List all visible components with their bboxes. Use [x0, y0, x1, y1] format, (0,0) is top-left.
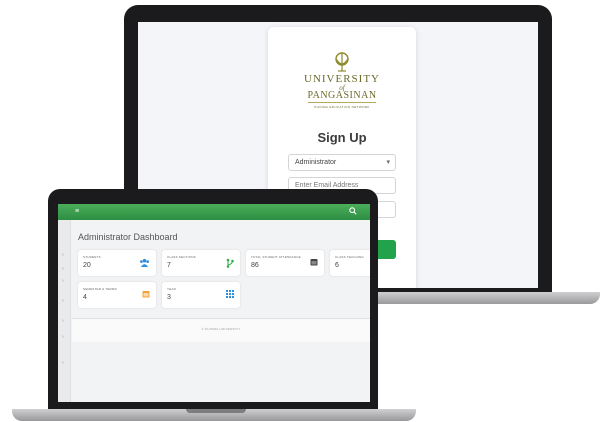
role-select-value: Administrator — [295, 159, 337, 166]
menu-icon[interactable]: ≡ — [75, 208, 79, 215]
sidebar-item[interactable]: › — [62, 266, 64, 272]
stat-value: 6 — [335, 262, 339, 269]
stat-value: 4 — [83, 294, 87, 301]
sidebar-item[interactable]: › — [62, 278, 64, 284]
chevron-down-icon: ▾ — [386, 159, 390, 166]
email-input-placeholder: Enter Email Address — [295, 182, 359, 189]
stat-label: TOTAL STUDENT ATTENDANCE — [251, 255, 301, 259]
stat-card-year[interactable]: YEAR 3 — [162, 282, 240, 308]
stat-value: 3 — [167, 294, 171, 301]
branch-icon — [226, 258, 234, 268]
stat-label: SEMESTER & TERMS — [83, 287, 117, 291]
front-laptop-screen: ≡ › › › › › › › Administrator Dashboard … — [58, 204, 370, 402]
role-select[interactable]: Administrator ▾ — [288, 154, 396, 171]
logo-tagline: PHINMA EDUCATION NETWORK — [314, 105, 370, 109]
grid-icon — [226, 290, 234, 298]
dashboard-topbar: ≡ — [58, 204, 370, 220]
stat-label: CLASS TEACHING — [335, 255, 364, 259]
users-icon — [140, 258, 149, 267]
stat-value: 20 — [83, 262, 91, 269]
calendar-icon — [142, 291, 150, 298]
stat-value: 86 — [251, 262, 259, 269]
stat-card-class-teaching[interactable]: CLASS TEACHING 6 — [330, 250, 370, 276]
footer-divider — [72, 318, 370, 319]
sidebar: › › › › › › › — [58, 220, 71, 402]
sidebar-item[interactable]: › — [62, 334, 64, 340]
stat-card-total-attendance[interactable]: TOTAL STUDENT ATTENDANCE 86 — [246, 250, 324, 276]
stat-label: YEAR — [167, 287, 176, 291]
stat-label: CLASS SECTIONS — [167, 255, 196, 259]
sidebar-item[interactable]: › — [62, 298, 64, 304]
signup-title: Sign Up — [317, 130, 367, 145]
logo-divider — [308, 102, 376, 103]
calendar-icon — [310, 259, 318, 266]
search-icon[interactable] — [349, 207, 357, 215]
sidebar-item[interactable]: › — [62, 252, 64, 258]
front-laptop-notch — [186, 409, 246, 413]
university-crest-icon — [335, 52, 349, 72]
sidebar-item[interactable]: › — [62, 318, 64, 324]
stat-card-class-sections[interactable]: CLASS SECTIONS 7 — [162, 250, 240, 276]
footer-text: © PHINMA UNIVERSITY — [201, 327, 241, 331]
stat-value: 7 — [167, 262, 171, 269]
stat-card-semester-terms[interactable]: SEMESTER & TERMS 4 — [78, 282, 156, 308]
logo-pangasinan-text: PANGASINAN — [307, 90, 377, 101]
stat-label: STUDENTS — [83, 255, 101, 259]
stat-card-students[interactable]: STUDENTS 20 — [78, 250, 156, 276]
sidebar-item[interactable]: › — [62, 360, 64, 366]
page-title: Administrator Dashboard — [78, 232, 178, 242]
